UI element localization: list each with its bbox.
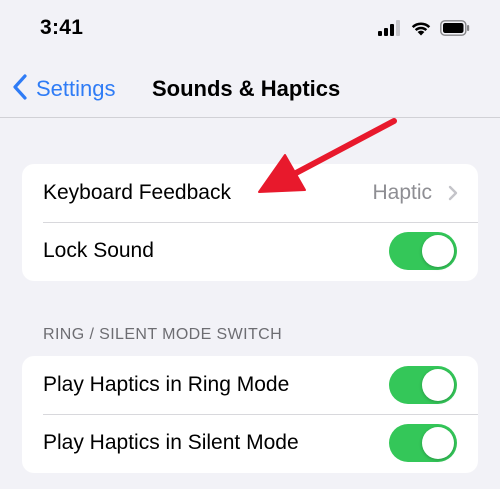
toggle-knob — [422, 369, 454, 401]
haptics-ring-mode-label: Play Haptics in Ring Mode — [43, 373, 290, 396]
settings-group-ring-silent: Play Haptics in Ring Mode Play Haptics i… — [22, 356, 478, 473]
haptics-silent-mode-label: Play Haptics in Silent Mode — [43, 431, 299, 454]
page-title: Sounds & Haptics — [152, 76, 341, 101]
keyboard-feedback-label: Keyboard Feedback — [43, 181, 231, 204]
toggle-knob — [422, 427, 454, 459]
back-button[interactable]: Settings — [12, 72, 116, 106]
chevron-left-icon — [12, 73, 28, 106]
wifi-icon — [410, 20, 432, 36]
haptics-silent-mode-toggle[interactable] — [389, 424, 457, 462]
toggle-knob — [422, 235, 454, 267]
haptics-ring-mode-toggle[interactable] — [389, 366, 457, 404]
haptics-silent-mode-row: Play Haptics in Silent Mode — [22, 414, 478, 472]
battery-icon — [440, 20, 470, 36]
status-icons — [378, 20, 470, 36]
lock-sound-label: Lock Sound — [43, 239, 154, 262]
keyboard-feedback-value: Haptic — [372, 181, 432, 204]
navigation-bar: Settings Sounds & Haptics — [0, 60, 500, 118]
chevron-right-icon — [448, 185, 458, 206]
lock-sound-row: Lock Sound — [22, 222, 478, 280]
status-bar: 3:41 — [0, 0, 500, 60]
back-label: Settings — [36, 76, 116, 101]
haptics-ring-mode-row: Play Haptics in Ring Mode — [22, 356, 478, 414]
keyboard-feedback-row[interactable]: Keyboard Feedback Haptic — [22, 164, 478, 222]
section-header-ring-silent: RING / SILENT MODE SWITCH — [43, 326, 283, 343]
status-time: 3:41 — [40, 16, 84, 39]
settings-group-keyboard-lock: Keyboard Feedback Haptic Lock Sound — [22, 164, 478, 281]
lock-sound-toggle[interactable] — [389, 232, 457, 270]
cellular-signal-icon — [378, 20, 402, 36]
